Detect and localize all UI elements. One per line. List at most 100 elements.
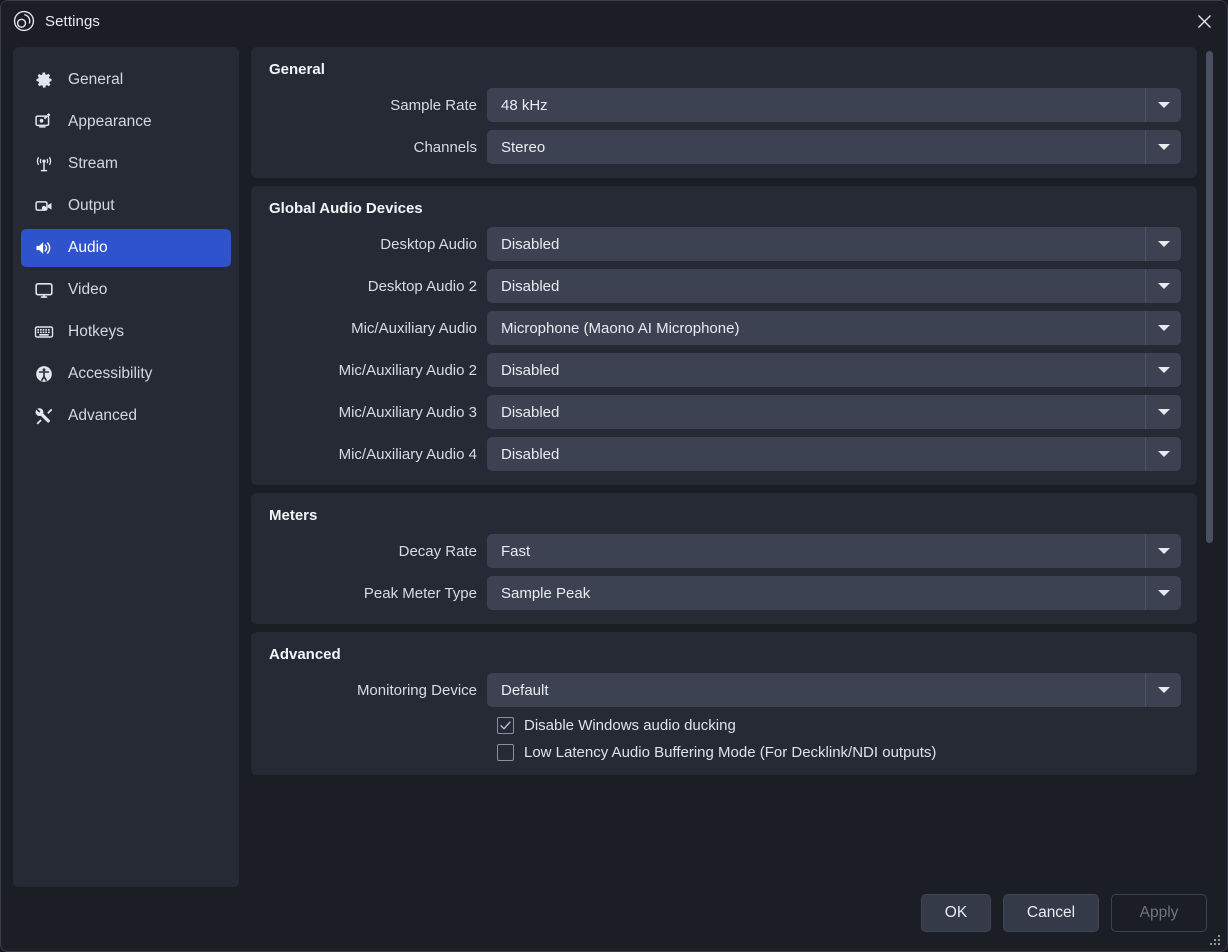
keyboard-icon	[32, 321, 56, 343]
sidebar-item-label: Hotkeys	[68, 323, 124, 340]
sidebar-item-audio[interactable]: Audio	[21, 229, 231, 267]
setting-label: Sample Rate	[390, 96, 477, 114]
chevron-down-icon[interactable]	[1145, 534, 1181, 568]
setting-row: Sample Rate 48 kHz	[261, 88, 1181, 122]
content-scrollbar[interactable]	[1203, 49, 1215, 885]
dropdown-monitoring-device[interactable]: Default	[487, 673, 1181, 707]
dropdown-desktop-audio-2[interactable]: Disabled	[487, 269, 1181, 303]
settings-window: Settings General Appearance Stream Output Au…	[0, 0, 1228, 952]
sidebar-item-general[interactable]: General	[21, 61, 231, 99]
resize-grip[interactable]	[1209, 934, 1222, 947]
close-icon[interactable]	[1181, 1, 1227, 41]
section-global-audio-devices: Global Audio Devices Desktop Audio Disable…	[251, 186, 1197, 485]
setting-row: Monitoring Device Default	[261, 673, 1181, 707]
tools-icon	[32, 405, 56, 427]
grip-dot	[1210, 943, 1212, 945]
chevron-down-icon[interactable]	[1145, 88, 1181, 122]
title-bar[interactable]: Settings	[1, 1, 1227, 41]
settings-content-area: General Sample Rate 48 kHz Channels Stereo Gl…	[251, 47, 1219, 887]
chevron-down-icon[interactable]	[1145, 130, 1181, 164]
speaker-icon	[32, 237, 56, 259]
section-advanced: Advanced Monitoring Device Default Disable …	[251, 632, 1197, 775]
grip-dot	[1218, 943, 1220, 945]
dropdown-value: Disabled	[501, 445, 560, 463]
setting-row: Mic/Auxiliary Audio 4 Disabled	[261, 437, 1181, 471]
dropdown-mic-auxiliary-audio-4[interactable]: Disabled	[487, 437, 1181, 471]
setting-row: Mic/Auxiliary Audio Microphone (Maono AI …	[261, 311, 1181, 345]
sidebar-item-label: Video	[68, 281, 108, 298]
section-title: Global Audio Devices	[269, 200, 423, 217]
apply-button[interactable]: Apply	[1111, 894, 1207, 932]
checkbox-row[interactable]: Low Latency Audio Buffering Mode (For De…	[261, 744, 1181, 761]
sidebar-item-accessibility[interactable]: Accessibility	[21, 355, 231, 393]
accessibility-icon	[32, 363, 56, 385]
settings-sidebar: General Appearance Stream Output Audio Video H…	[13, 47, 239, 887]
broadcast-icon	[32, 153, 56, 175]
setting-label: Mic/Auxiliary Audio 4	[338, 445, 477, 463]
setting-label: Desktop Audio	[380, 235, 477, 253]
sidebar-item-video[interactable]: Video	[21, 271, 231, 309]
dropdown-value: Stereo	[501, 138, 546, 156]
obs-logo-icon	[13, 10, 35, 32]
dropdown-sample-rate[interactable]: 48 kHz	[487, 88, 1181, 122]
setting-row: Mic/Auxiliary Audio 3 Disabled	[261, 395, 1181, 429]
setting-label: Monitoring Device	[356, 681, 477, 699]
chevron-down-icon[interactable]	[1145, 353, 1181, 387]
cancel-button[interactable]: Cancel	[1003, 894, 1099, 932]
chevron-down-icon[interactable]	[1145, 311, 1181, 345]
section-title: Advanced	[269, 646, 341, 663]
scrollbar-thumb[interactable]	[1206, 51, 1213, 543]
section-title: Meters	[269, 507, 318, 524]
video-camera-icon	[32, 195, 56, 217]
dropdown-value: Disabled	[501, 277, 560, 295]
grip-dot	[1214, 939, 1216, 941]
checkbox-checked-icon[interactable]	[497, 717, 514, 734]
sidebar-item-label: Stream	[68, 155, 118, 172]
dialog-footer: OK Cancel Apply	[1, 885, 1227, 951]
section-general: General Sample Rate 48 kHz Channels Stereo	[251, 47, 1197, 178]
dropdown-value: Disabled	[501, 361, 560, 379]
section-title: General	[269, 61, 325, 78]
chevron-down-icon[interactable]	[1145, 437, 1181, 471]
sidebar-item-label: Audio	[68, 239, 108, 256]
sidebar-item-label: General	[68, 71, 124, 88]
dropdown-mic-auxiliary-audio[interactable]: Microphone (Maono AI Microphone)	[487, 311, 1181, 345]
dropdown-value: Sample Peak	[501, 584, 591, 602]
checkbox-unchecked-icon[interactable]	[497, 744, 514, 761]
setting-row: Channels Stereo	[261, 130, 1181, 164]
dropdown-decay-rate[interactable]: Fast	[487, 534, 1181, 568]
dropdown-mic-auxiliary-audio-3[interactable]: Disabled	[487, 395, 1181, 429]
setting-label: Mic/Auxiliary Audio 3	[338, 403, 477, 421]
sidebar-item-advanced[interactable]: Advanced	[21, 397, 231, 435]
dropdown-desktop-audio[interactable]: Disabled	[487, 227, 1181, 261]
setting-label: Desktop Audio 2	[367, 277, 477, 295]
ok-button[interactable]: OK	[921, 894, 991, 932]
sidebar-item-appearance[interactable]: Appearance	[21, 103, 231, 141]
chevron-down-icon[interactable]	[1145, 576, 1181, 610]
section-meters: Meters Decay Rate Fast Peak Meter Type Sampl…	[251, 493, 1197, 624]
setting-label: Channels	[413, 138, 477, 156]
sidebar-item-stream[interactable]: Stream	[21, 145, 231, 183]
setting-label: Decay Rate	[398, 542, 477, 560]
dropdown-value: Disabled	[501, 235, 560, 253]
appearance-icon	[32, 111, 56, 133]
sidebar-item-label: Output	[68, 197, 115, 214]
chevron-down-icon[interactable]	[1145, 269, 1181, 303]
setting-row: Mic/Auxiliary Audio 2 Disabled	[261, 353, 1181, 387]
grip-dot	[1214, 943, 1216, 945]
sidebar-item-label: Appearance	[68, 113, 152, 130]
checkbox-label: Low Latency Audio Buffering Mode (For De…	[524, 744, 937, 761]
dropdown-peak-meter-type[interactable]: Sample Peak	[487, 576, 1181, 610]
dropdown-channels[interactable]: Stereo	[487, 130, 1181, 164]
sidebar-item-output[interactable]: Output	[21, 187, 231, 225]
chevron-down-icon[interactable]	[1145, 227, 1181, 261]
chevron-down-icon[interactable]	[1145, 673, 1181, 707]
dropdown-mic-auxiliary-audio-2[interactable]: Disabled	[487, 353, 1181, 387]
setting-row: Decay Rate Fast	[261, 534, 1181, 568]
setting-row: Desktop Audio 2 Disabled	[261, 269, 1181, 303]
sidebar-item-hotkeys[interactable]: Hotkeys	[21, 313, 231, 351]
chevron-down-icon[interactable]	[1145, 395, 1181, 429]
gear-icon	[32, 69, 56, 91]
checkbox-row[interactable]: Disable Windows audio ducking	[261, 717, 1181, 734]
dropdown-value: 48 kHz	[501, 96, 548, 114]
